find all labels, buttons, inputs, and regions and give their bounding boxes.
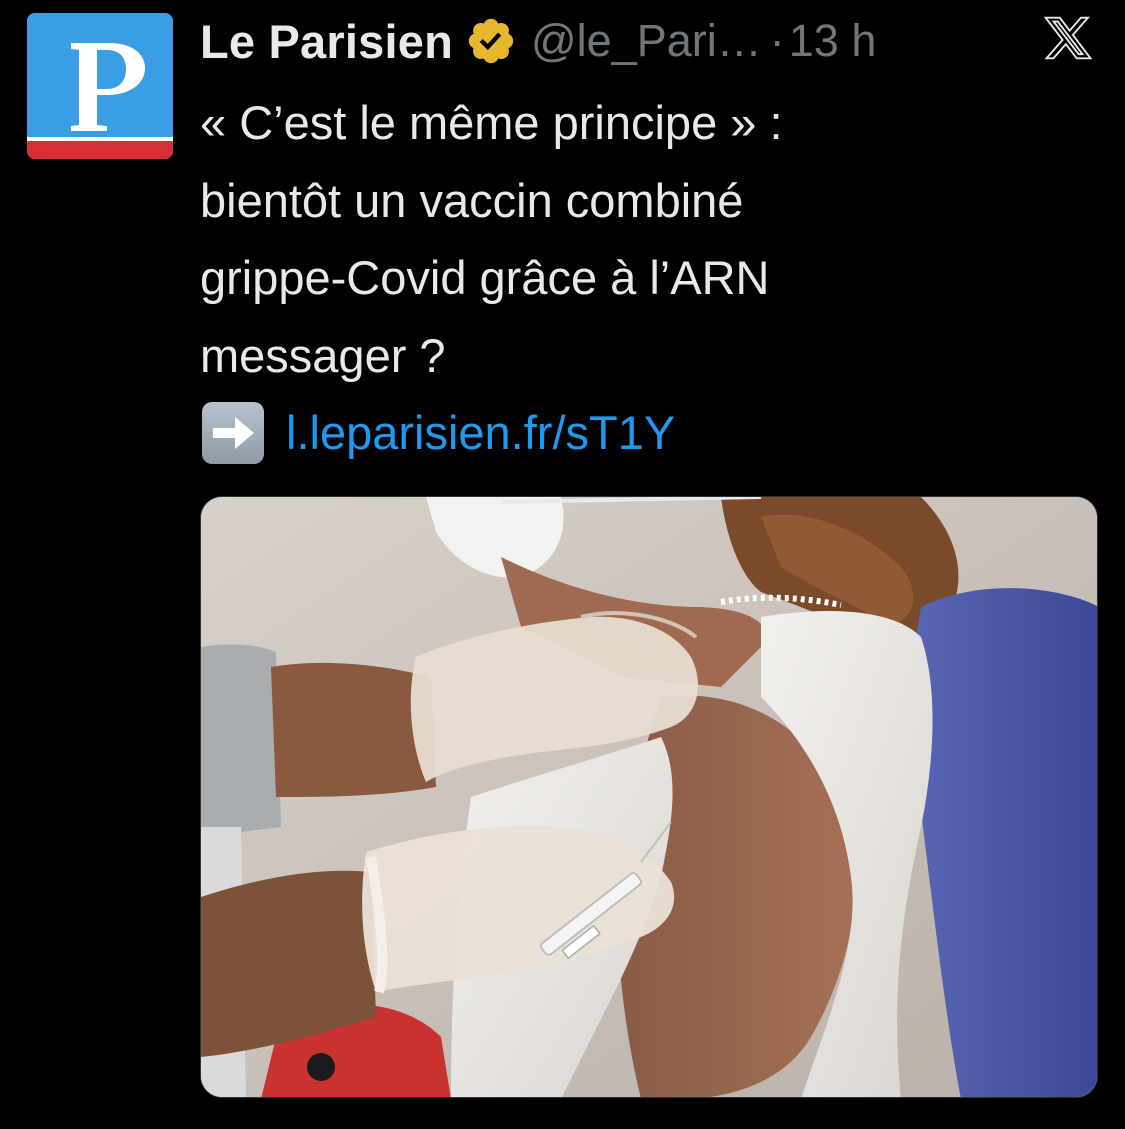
tweet-header: Le Parisien @le_Pari… · 13 h [200, 12, 1100, 70]
tweet-link-line: l.leparisien.fr/sT1Y [200, 394, 1080, 472]
separator-dot: · [769, 15, 785, 66]
tweet-text-line: messager ? [200, 328, 446, 382]
le-parisien-logo-icon [27, 13, 173, 159]
author-handle[interactable]: @le_Pari… [531, 15, 762, 67]
tweet-text-line: bientôt un vaccin combiné [200, 173, 744, 227]
author-display-name[interactable]: Le Parisien [200, 14, 453, 69]
tweet-text: « C’est le même principe » : bientôt un … [200, 84, 1080, 472]
vaccination-photo [201, 497, 1097, 1097]
tweet-text-line: « C’est le même principe » : [200, 96, 783, 149]
x-logo-icon [1043, 13, 1093, 63]
author-avatar[interactable] [27, 13, 173, 159]
verified-badge-icon[interactable] [465, 15, 517, 67]
tweet-timestamp[interactable]: 13 h [789, 15, 877, 67]
tweet-media-photo[interactable] [200, 496, 1098, 1098]
right-arrow-emoji-icon [200, 400, 266, 466]
tweet-text-line: grippe-Covid grâce à l’ARN [200, 251, 770, 304]
tweet-link[interactable]: l.leparisien.fr/sT1Y [286, 394, 675, 472]
